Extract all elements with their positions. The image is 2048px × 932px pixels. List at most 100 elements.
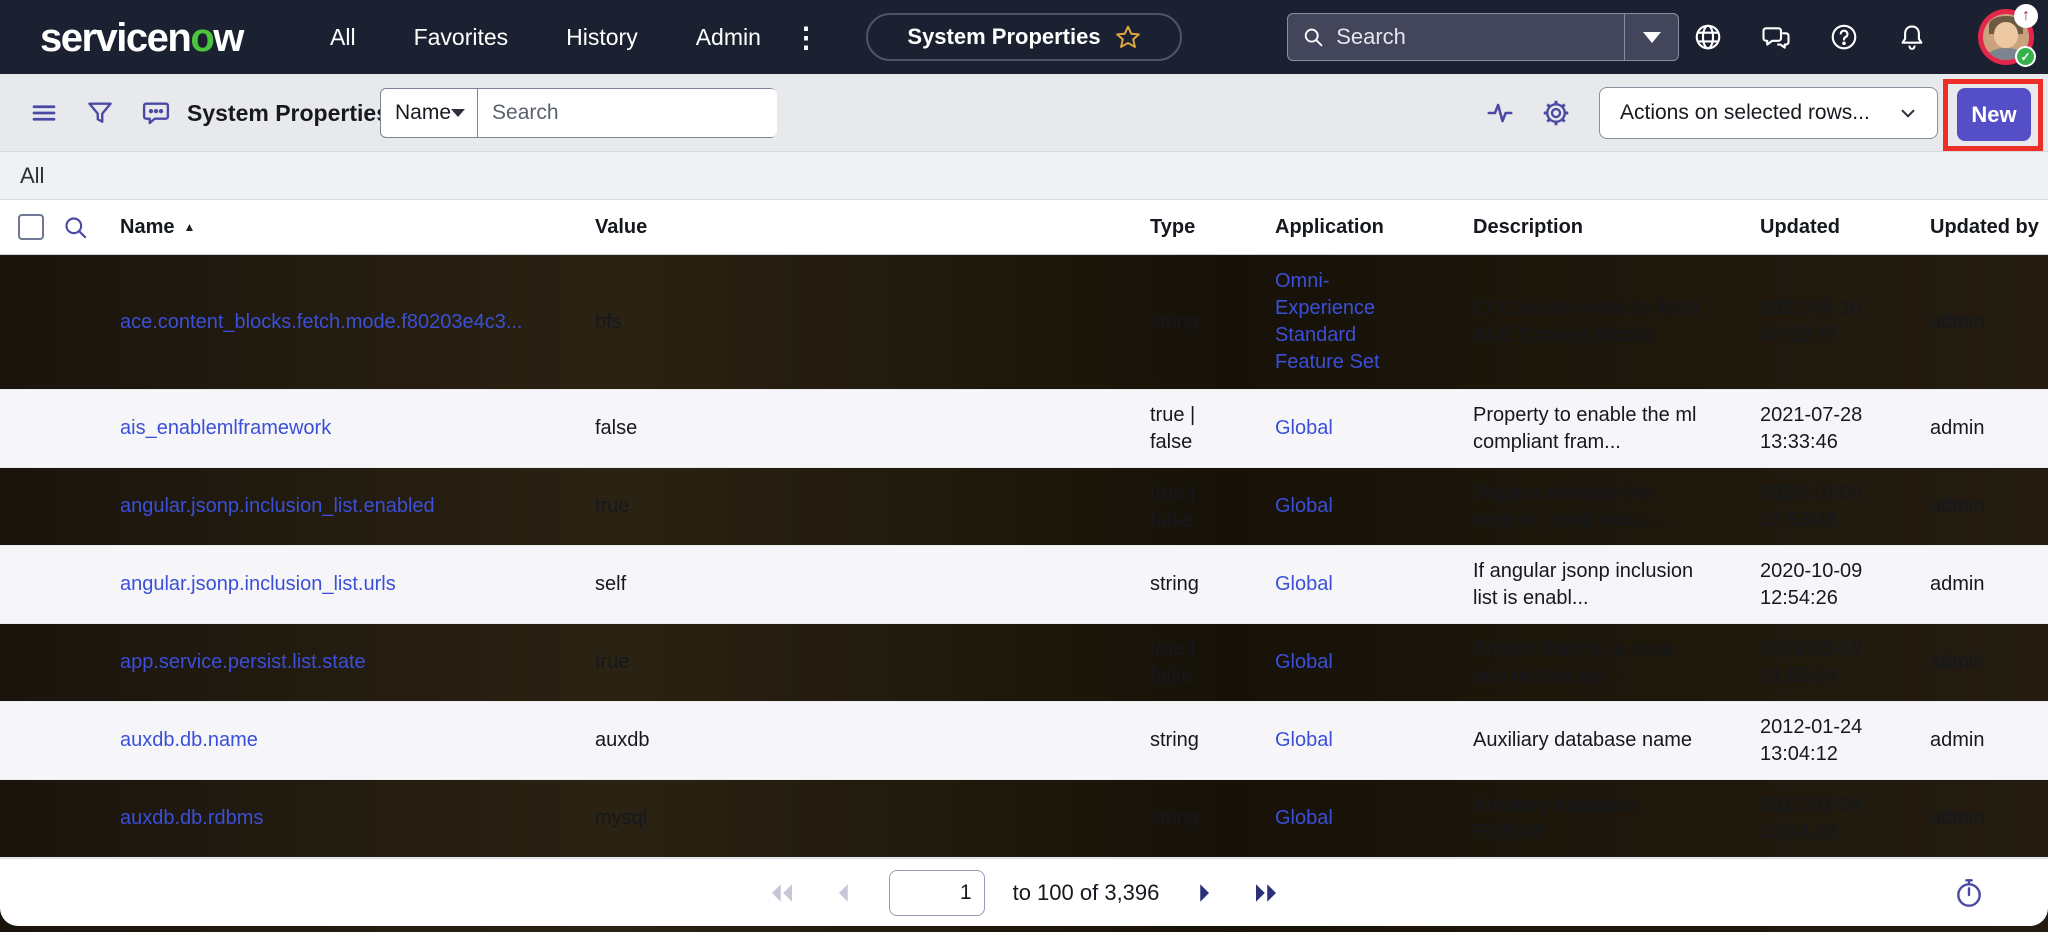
- nav-item-favorites[interactable]: Favorites: [414, 24, 509, 51]
- servicenow-logo[interactable]: servicenow: [40, 16, 243, 61]
- current-page-pill[interactable]: System Properties: [866, 13, 1182, 61]
- column-header-value[interactable]: Value: [595, 216, 1150, 239]
- header-label: Type: [1150, 216, 1195, 239]
- list-search-control: Name: [380, 88, 776, 138]
- property-name-link[interactable]: auxdb.db.rdbms: [120, 807, 263, 829]
- table-row: app.service.persist.list.state true true…: [0, 624, 2048, 702]
- actions-dropdown-label: Actions on selected rows...: [1620, 101, 1870, 125]
- favorite-star-icon[interactable]: [1115, 24, 1141, 50]
- updated-cell: 2022-06-10 08:59:37: [1760, 295, 1930, 349]
- select-all-checkbox[interactable]: [18, 214, 44, 240]
- updated-by-cell: admin: [1930, 415, 2048, 442]
- property-name-link[interactable]: app.service.persist.list.state: [120, 651, 366, 673]
- description-cell: Enable feature to save and restore list …: [1473, 636, 1760, 690]
- help-icon[interactable]: [1828, 21, 1860, 53]
- value-cell: self: [595, 571, 1150, 598]
- application-link[interactable]: Global: [1275, 571, 1333, 598]
- property-name-link[interactable]: angular.jsonp.inclusion_list.urls: [120, 573, 396, 595]
- search-icon: [1302, 24, 1324, 50]
- column-header-description[interactable]: Description: [1473, 216, 1760, 239]
- updated-cell: 2012-01-24 13:04:12: [1760, 714, 1930, 768]
- globe-icon[interactable]: [1692, 21, 1724, 53]
- more-menu-kebab-icon[interactable]: ⋮: [786, 0, 826, 74]
- new-button[interactable]: New: [1957, 88, 2031, 141]
- search-field-select[interactable]: Name: [381, 89, 478, 137]
- updated-cell: 2020-10-09 12:54:26: [1760, 558, 1930, 612]
- pagination-range-text: to 100 of 3,396: [1013, 880, 1160, 906]
- application-link[interactable]: Global: [1275, 727, 1333, 754]
- sort-asc-icon: ▲: [183, 220, 195, 234]
- header-label: Updated: [1760, 216, 1840, 239]
- top-nav-icons: [1692, 0, 1928, 74]
- property-name-link[interactable]: ace.content_blocks.fetch.mode.f80203e4c3…: [120, 311, 523, 333]
- list-search-input[interactable]: [478, 89, 777, 137]
- breadcrumb-all[interactable]: All: [20, 163, 44, 189]
- previous-page-icon[interactable]: [827, 876, 861, 910]
- type-cell: true | false: [1150, 636, 1275, 690]
- column-header-updated[interactable]: Updated: [1760, 216, 1930, 239]
- application-link[interactable]: Global: [1275, 415, 1333, 442]
- column-header-type[interactable]: Type: [1150, 216, 1275, 239]
- nav-item-all[interactable]: All: [330, 24, 356, 51]
- next-page-icon[interactable]: [1187, 876, 1221, 910]
- value-cell: false: [595, 415, 1150, 442]
- top-nav-menu: All Favorites History Admin: [330, 0, 761, 74]
- search-scope-dropdown[interactable]: [1625, 14, 1678, 60]
- first-page-icon[interactable]: [765, 876, 799, 910]
- description-cell: Toggles whether the angular jsonp inclus…: [1473, 480, 1760, 534]
- filter-funnel-icon[interactable]: [78, 74, 122, 152]
- header-label: Name: [120, 216, 174, 239]
- list-footer: to 100 of 3,396: [0, 858, 2048, 926]
- servicenow-window: servicenow All Favorites History Admin ⋮…: [0, 0, 2048, 932]
- table-row: ais_enablemlframework false true | false…: [0, 390, 2048, 468]
- property-name-link[interactable]: ais_enablemlframework: [120, 417, 331, 439]
- property-name-link[interactable]: angular.jsonp.inclusion_list.enabled: [120, 495, 435, 517]
- actions-on-rows-dropdown[interactable]: Actions on selected rows...: [1599, 87, 1938, 139]
- last-page-icon[interactable]: [1249, 876, 1283, 910]
- header-label: Application: [1275, 216, 1384, 239]
- response-time-stopwatch-icon[interactable]: [1952, 876, 1986, 910]
- application-link[interactable]: Global: [1275, 805, 1333, 832]
- global-search-input[interactable]: [1336, 24, 1624, 50]
- description-cell: CI Console mode to fetch ACE Content Blo…: [1473, 295, 1760, 349]
- logo-green-o: o: [190, 16, 213, 60]
- updated-by-cell: admin: [1930, 805, 2048, 832]
- type-cell: true | false: [1150, 402, 1275, 456]
- global-search: [1287, 13, 1679, 61]
- chevron-down-icon: [1897, 102, 1919, 124]
- type-cell: string: [1150, 571, 1275, 598]
- value-cell: bfs: [595, 309, 1150, 336]
- description-cell: If angular jsonp inclusion list is enabl…: [1473, 558, 1760, 612]
- nav-item-admin[interactable]: Admin: [696, 24, 761, 51]
- column-header-updated-by[interactable]: Updated by: [1930, 216, 2048, 239]
- notifications-bell-icon[interactable]: [1896, 21, 1928, 53]
- value-cell: mysql: [595, 805, 1150, 832]
- chat-icon[interactable]: [1760, 21, 1792, 53]
- table-row: ace.content_blocks.fetch.mode.f80203e4c3…: [0, 255, 2048, 390]
- column-header-name[interactable]: Name ▲: [120, 216, 595, 239]
- updated-cell: 2012-01-24 13:04:23: [1760, 792, 1930, 846]
- column-search-icon[interactable]: [62, 214, 120, 241]
- list-toolbar: System Properties Name Actions on select…: [0, 74, 2048, 152]
- property-name-link[interactable]: auxdb.db.name: [120, 729, 258, 751]
- list-menu-hamburger-icon[interactable]: [22, 74, 66, 152]
- personalize-list-pulse-icon[interactable]: [1478, 74, 1522, 152]
- search-field-value: Name: [395, 101, 451, 125]
- chevron-down-icon: [1643, 32, 1661, 43]
- settings-gear-icon[interactable]: [1534, 74, 1578, 152]
- application-link[interactable]: Omni-Experience Standard Feature Set: [1275, 268, 1403, 376]
- updated-cell: 2021-07-28 13:33:46: [1760, 402, 1930, 456]
- application-link[interactable]: Global: [1275, 493, 1333, 520]
- description-cell: Auxiliary database RDBMS: [1473, 792, 1760, 846]
- breadcrumb-row: All: [0, 152, 2048, 200]
- value-cell: true: [595, 649, 1150, 676]
- page-number-input[interactable]: [889, 870, 985, 916]
- column-header-application[interactable]: Application: [1275, 216, 1473, 239]
- nav-item-history[interactable]: History: [566, 24, 638, 51]
- table-row: angular.jsonp.inclusion_list.enabled tru…: [0, 468, 2048, 546]
- table-row: angular.jsonp.inclusion_list.urls self s…: [0, 546, 2048, 624]
- pill-label: System Properties: [907, 24, 1100, 50]
- comments-bubble-icon[interactable]: [134, 74, 178, 152]
- application-link[interactable]: Global: [1275, 649, 1333, 676]
- updated-by-cell: admin: [1930, 727, 2048, 754]
